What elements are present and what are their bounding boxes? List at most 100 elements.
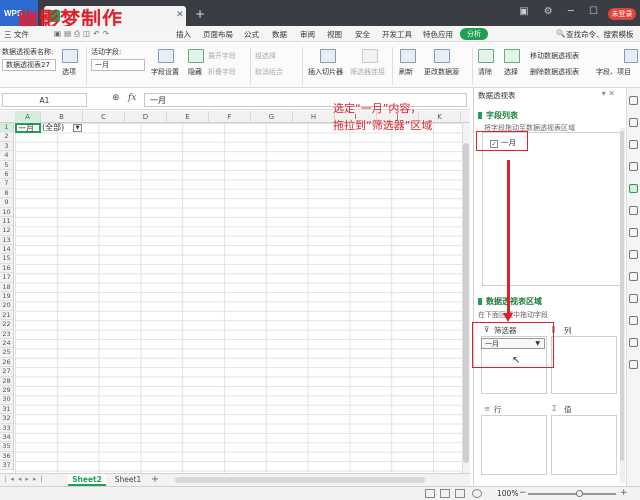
row-header-1[interactable]: 1 (0, 123, 13, 133)
refresh-icon[interactable] (400, 49, 416, 63)
row-header-36[interactable]: 36 (0, 452, 13, 462)
filter-connections-button[interactable]: 筛选器连接 (350, 67, 385, 77)
menu-page-layout[interactable]: 页面布局 (203, 29, 233, 40)
column-header-h[interactable]: H (293, 111, 335, 123)
options-button[interactable]: 选项 (62, 67, 76, 77)
row-header-37[interactable]: 37 (0, 461, 13, 471)
row-header-35[interactable]: 35 (0, 442, 13, 452)
change-source-icon[interactable] (434, 49, 450, 63)
row-header-7[interactable]: 7 (0, 179, 13, 189)
menu-file[interactable]: 三 文件 (4, 29, 29, 40)
sheet-nav-arrows[interactable]: |◂◂▸▸| (4, 475, 47, 483)
row-header-22[interactable]: 22 (0, 320, 13, 330)
clear-icon[interactable] (478, 49, 494, 63)
rail-star-icon[interactable] (629, 250, 638, 259)
sheet-tab-sheet2[interactable]: Sheet2 (68, 474, 106, 486)
row-header-20[interactable]: 20 (0, 301, 13, 311)
name-box[interactable]: A1 (2, 93, 87, 107)
column-header-f[interactable]: F (209, 111, 251, 123)
pane-menu-icon[interactable]: ▾ ✕ (602, 89, 615, 98)
pane-scroll-thumb[interactable] (620, 131, 624, 461)
column-header-c[interactable]: C (83, 111, 125, 123)
hide-button[interactable]: 隐藏 (188, 67, 202, 77)
rail-backup-icon[interactable] (629, 228, 638, 237)
select-button[interactable]: 选择 (504, 67, 518, 77)
cell-area[interactable] (15, 123, 462, 473)
row-zone[interactable] (481, 415, 547, 475)
row-header-6[interactable]: 6 (0, 170, 13, 180)
row-header-25[interactable]: 25 (0, 348, 13, 358)
row-header-11[interactable]: 11 (0, 217, 13, 227)
row-header-5[interactable]: 5 (0, 161, 13, 170)
vertical-scrollbar[interactable] (462, 123, 470, 473)
page-layout-view-icon[interactable] (440, 489, 450, 498)
row-header-21[interactable]: 21 (0, 311, 13, 321)
row-header-15[interactable]: 15 (0, 254, 13, 264)
column-header-a[interactable]: A (15, 111, 41, 123)
menu-security[interactable]: 安全 (355, 29, 370, 40)
zoom-slider[interactable] (528, 493, 616, 495)
spreadsheet-grid[interactable]: ABCDEFGHIJK 1 2 3 4 5 6 7 8 9 10 11 12 13 14 15 16 17 18 1… (0, 111, 470, 473)
scroll-thumb[interactable] (463, 143, 469, 463)
pivot-name-input[interactable]: 数据透视表27 (2, 59, 56, 71)
select-icon[interactable] (504, 49, 520, 63)
menu-insert[interactable]: 插入 (176, 29, 191, 40)
hide-icon[interactable] (188, 49, 204, 63)
field-list-box[interactable] (482, 132, 621, 286)
row-header-8[interactable]: 8 (0, 189, 13, 199)
quick-access-icons[interactable]: ▣▤⎙◫↶↷ (54, 29, 112, 39)
rail-gear-icon[interactable] (629, 316, 638, 325)
expand-field-button[interactable]: 展开字段 (208, 51, 236, 61)
eye-protection-icon[interactable] (472, 489, 482, 498)
insert-slicer-icon[interactable] (320, 49, 336, 63)
zoom-out-icon[interactable]: − (519, 488, 527, 498)
fields-items-icon[interactable] (624, 49, 638, 63)
rail-doc-icon[interactable] (629, 206, 638, 215)
row-header-13[interactable]: 13 (0, 236, 13, 246)
filter-dropdown-icon[interactable]: ▼ (73, 124, 82, 132)
row-header-34[interactable]: 34 (0, 433, 13, 443)
menu-formula[interactable]: 公式 (244, 29, 259, 40)
active-field-input[interactable]: 一月 (91, 59, 145, 71)
row-header-31[interactable]: 31 (0, 405, 13, 415)
sheet-tab-sheet1[interactable]: Sheet1 (110, 474, 146, 486)
rail-share-icon[interactable] (629, 272, 638, 281)
row-header-24[interactable]: 24 (0, 339, 13, 349)
rail-image-icon[interactable] (629, 294, 638, 303)
clear-button[interactable]: 清除 (478, 67, 492, 77)
column-header-d[interactable]: D (125, 111, 167, 123)
rail-clock-icon[interactable] (629, 360, 638, 369)
rail-style-icon[interactable] (629, 140, 638, 149)
menu-special[interactable]: 特色应用 (423, 29, 453, 40)
menu-developer[interactable]: 开发工具 (382, 29, 412, 40)
rail-pivot-icon[interactable] (629, 184, 638, 193)
row-header-9[interactable]: 9 (0, 198, 13, 208)
delete-pivot-button[interactable]: 删除数据透视表 (530, 67, 579, 77)
menu-view[interactable]: 视图 (327, 29, 342, 40)
options-icon[interactable] (62, 49, 78, 63)
search-icon[interactable]: 🔍 (556, 29, 565, 38)
command-search[interactable]: 查找命令、搜索模板 (566, 29, 634, 40)
row-header-3[interactable]: 3 (0, 142, 13, 152)
column-header-b[interactable]: B (41, 111, 83, 123)
rail-shape-icon[interactable] (629, 118, 638, 127)
zoom-in-icon[interactable]: + (620, 488, 628, 498)
row-header-29[interactable]: 29 (0, 386, 13, 396)
window-controls[interactable]: ▣ ⚙ ─ ☐ (519, 6, 604, 17)
move-pivot-button[interactable]: 移动数据透视表 (530, 51, 579, 61)
menu-review[interactable]: 审阅 (300, 29, 315, 40)
row-header-10[interactable]: 10 (0, 208, 13, 217)
rail-format-icon[interactable] (629, 162, 638, 171)
normal-view-icon[interactable] (425, 489, 435, 498)
column-header-e[interactable]: E (167, 111, 209, 123)
zoom-level[interactable]: 100% (497, 489, 518, 498)
column-header-g[interactable]: G (251, 111, 293, 123)
row-header-30[interactable]: 30 (0, 395, 13, 405)
row-header-16[interactable]: 16 (0, 264, 13, 274)
row-header-33[interactable]: 33 (0, 424, 13, 433)
add-sheet-icon[interactable]: + (150, 474, 160, 486)
row-header-19[interactable]: 19 (0, 292, 13, 302)
field-settings-icon[interactable] (158, 49, 174, 63)
fields-items-button[interactable]: 字段、项目 (596, 67, 631, 77)
row-header-32[interactable]: 32 (0, 414, 13, 424)
